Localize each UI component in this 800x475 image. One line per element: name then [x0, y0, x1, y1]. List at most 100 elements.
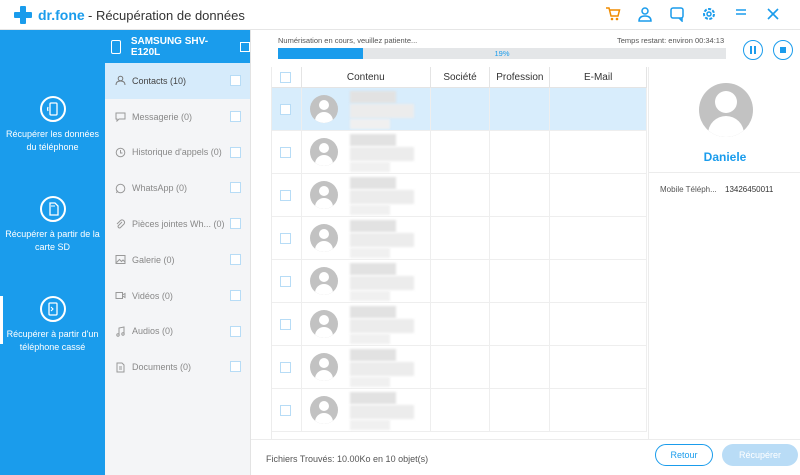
category-checkbox[interactable]	[230, 218, 241, 230]
pause-button[interactable]	[743, 40, 763, 60]
audio-icon	[115, 326, 126, 337]
device-header[interactable]: SAMSUNG SHV-E120L	[105, 30, 251, 63]
row-checkbox[interactable]	[280, 319, 291, 330]
company-cell	[431, 389, 491, 431]
category-checkbox[interactable]	[230, 110, 241, 122]
video-icon	[115, 290, 126, 301]
category-documents[interactable]: Documents (0)	[105, 349, 250, 385]
category-checkbox[interactable]	[230, 146, 241, 158]
email-cell	[550, 88, 647, 130]
row-checkbox-cell	[272, 346, 302, 388]
blurred-text	[349, 405, 414, 419]
table-row[interactable]	[272, 303, 647, 346]
content-cell	[302, 131, 431, 173]
recover-button[interactable]: Récupérer	[722, 444, 798, 466]
close-icon[interactable]	[764, 5, 782, 23]
row-checkbox[interactable]	[280, 276, 291, 287]
col-header-company[interactable]: Société	[431, 67, 491, 87]
table-row[interactable]	[272, 174, 647, 217]
blurred-text	[349, 190, 414, 204]
row-checkbox[interactable]	[280, 405, 291, 416]
contact-avatar-icon	[309, 396, 338, 424]
category-checkbox[interactable]	[230, 361, 241, 373]
app-logo: dr.fone	[14, 6, 85, 24]
contact-avatar-icon	[309, 224, 338, 252]
category-panel: SAMSUNG SHV-E120L Contacts (10) Messager…	[105, 30, 251, 475]
blurred-text	[349, 362, 414, 376]
table-row[interactable]	[272, 346, 647, 389]
category-checkbox[interactable]	[230, 75, 241, 86]
profession-cell	[490, 217, 551, 259]
phone-field-label: Mobile Téléph...	[660, 185, 717, 194]
nav-label: Récupérer les données du téléphone	[5, 129, 100, 152]
category-contacts[interactable]: Contacts (10)	[105, 63, 250, 99]
category-whatsapp[interactable]: WhatsApp (0)	[105, 170, 250, 206]
whatsapp-icon	[115, 183, 126, 194]
blurred-text	[349, 334, 390, 344]
user-icon[interactable]	[636, 5, 654, 23]
stop-button[interactable]	[773, 40, 793, 60]
feedback-icon[interactable]	[668, 5, 686, 23]
message-icon	[115, 111, 126, 123]
settings-icon[interactable]	[700, 5, 718, 23]
category-checkbox[interactable]	[230, 253, 241, 265]
row-checkbox-cell	[272, 174, 302, 216]
category-messages[interactable]: Messagerie (0)	[105, 99, 250, 135]
category-label: Vidéos (0)	[132, 290, 173, 301]
contact-avatar-large	[699, 83, 753, 137]
table-row[interactable]	[272, 389, 647, 432]
content-cell	[302, 174, 431, 216]
category-label: Galerie (0)	[132, 254, 175, 265]
nav-recover-broken[interactable]: Récupérer à partir d'un téléphone cassé	[0, 296, 105, 354]
category-videos[interactable]: Vidéos (0)	[105, 278, 250, 314]
select-all-checkbox[interactable]	[280, 72, 291, 83]
category-checkbox[interactable]	[230, 182, 241, 194]
col-header-profession[interactable]: Profession	[490, 67, 551, 87]
device-checkbox[interactable]	[240, 41, 251, 52]
category-checkbox[interactable]	[230, 289, 241, 301]
row-checkbox[interactable]	[280, 233, 291, 244]
drfone-cross-icon	[14, 6, 32, 24]
col-header-content[interactable]: Contenu	[302, 67, 431, 87]
blurred-text	[349, 205, 390, 215]
minimize-icon[interactable]	[732, 5, 750, 23]
company-cell	[431, 260, 491, 302]
window-title: - Récupération de données	[88, 8, 245, 23]
col-header-email[interactable]: E-Mail	[550, 67, 647, 87]
row-checkbox[interactable]	[280, 362, 291, 373]
content-cell	[302, 346, 431, 388]
blurred-text	[349, 392, 396, 404]
pause-icon	[750, 46, 756, 54]
row-checkbox-cell	[272, 131, 302, 173]
row-checkbox[interactable]	[280, 104, 291, 115]
table-row[interactable]	[272, 260, 647, 303]
back-button[interactable]: Retour	[655, 444, 713, 466]
nav-recover-sd[interactable]: Récupérer à partir de la carte SD	[0, 196, 105, 254]
blurred-text	[349, 119, 390, 129]
cart-icon[interactable]	[604, 5, 622, 23]
table-row[interactable]	[272, 131, 647, 174]
select-all-cell	[272, 67, 302, 87]
blurred-text	[349, 263, 396, 275]
row-checkbox-cell	[272, 260, 302, 302]
category-call-log[interactable]: Historique d'appels (0)	[105, 135, 250, 171]
category-checkbox[interactable]	[230, 325, 241, 337]
blurred-text	[349, 220, 396, 232]
category-whatsapp-attachments[interactable]: Pièces jointes Wh... (0)	[105, 206, 250, 242]
row-checkbox-cell	[272, 88, 302, 130]
row-checkbox[interactable]	[280, 147, 291, 158]
table-header: Contenu Société Profession E-Mail	[272, 67, 647, 88]
nav-recover-phone[interactable]: Récupérer les données du téléphone	[0, 96, 105, 154]
time-remaining: Temps restant: environ 00:34:13	[617, 36, 725, 45]
company-cell	[431, 88, 491, 130]
contact-avatar-icon	[309, 267, 338, 295]
category-label: Audios (0)	[132, 326, 174, 337]
table-row[interactable]	[272, 217, 647, 260]
table-row[interactable]	[272, 88, 647, 131]
category-audios[interactable]: Audios (0)	[105, 314, 250, 350]
footer-bar: Fichiers Trouvés: 10.00Ko en 10 objet(s)…	[251, 439, 800, 475]
row-checkbox[interactable]	[280, 190, 291, 201]
stop-icon	[780, 47, 786, 53]
email-cell	[550, 260, 647, 302]
category-gallery[interactable]: Galerie (0)	[105, 242, 250, 278]
